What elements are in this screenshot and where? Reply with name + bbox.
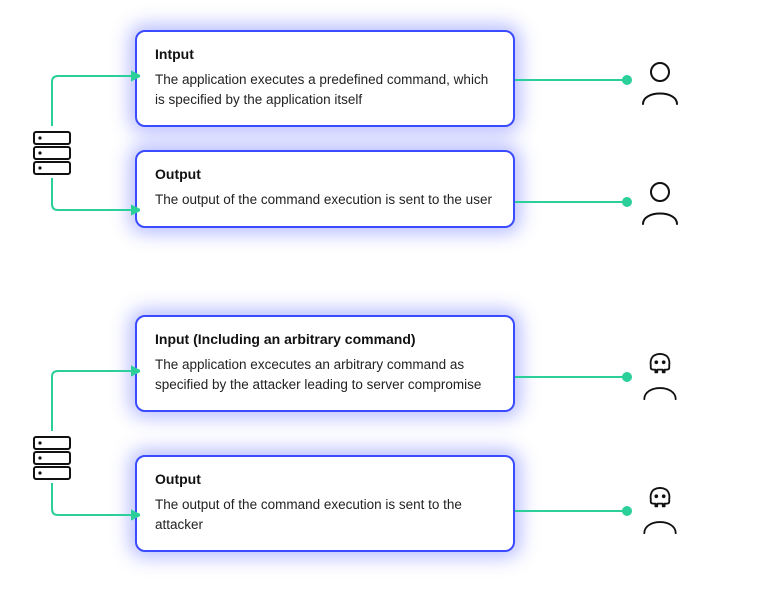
output-body: The output of the command execution is s… [155, 190, 495, 210]
input-card: Intput The application executes a predef… [135, 30, 515, 127]
output-title: Output [155, 166, 495, 182]
arrow-input-to-user [515, 70, 633, 90]
arrow-input-to-attacker [515, 367, 633, 387]
arrow-server-to-input [40, 70, 140, 140]
server-icon [32, 435, 72, 481]
input-body-attack: The application excecutes an arbitrary c… [155, 355, 495, 394]
attacker-icon [638, 487, 682, 535]
arrow-server-to-output [40, 178, 140, 218]
output-body-attack: The output of the command execution is s… [155, 495, 495, 534]
arrow-output-to-user [515, 192, 633, 212]
user-icon [638, 178, 682, 226]
arrow-server-to-input-attack [40, 365, 140, 441]
attack-flow-group: Input (Including an arbitrary command) T… [0, 315, 763, 575]
arrow-server-to-output-attack [40, 483, 140, 523]
input-title-attack: Input (Including an arbitrary command) [155, 331, 495, 347]
input-title: Intput [155, 46, 495, 62]
input-card-attack: Input (Including an arbitrary command) T… [135, 315, 515, 412]
arrow-output-to-attacker [515, 501, 633, 521]
user-icon [638, 58, 682, 106]
output-card-attack: Output The output of the command executi… [135, 455, 515, 552]
attacker-icon [638, 353, 682, 401]
normal-flow-group: Intput The application executes a predef… [0, 30, 763, 270]
output-title-attack: Output [155, 471, 495, 487]
input-body: The application executes a predefined co… [155, 70, 495, 109]
output-card: Output The output of the command executi… [135, 150, 515, 228]
